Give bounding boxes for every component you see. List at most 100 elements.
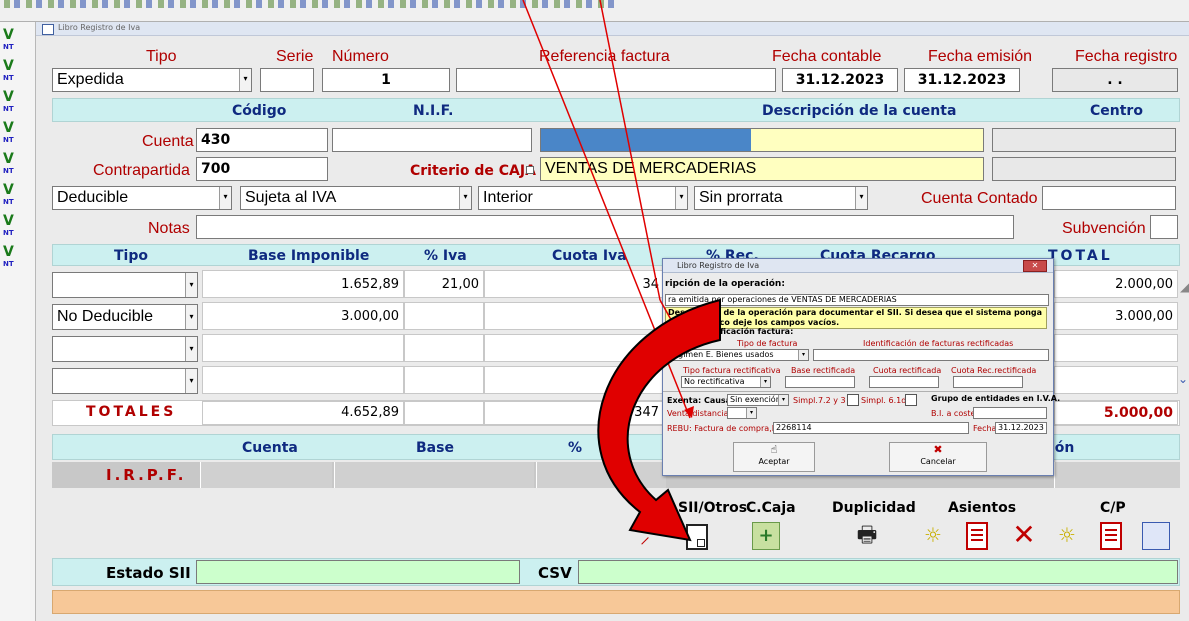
fecha-contable-input[interactable]: 31.12.2023 [782, 68, 898, 92]
cuota-rec-rectificada-input[interactable] [953, 376, 1023, 388]
scroll-down-icon[interactable]: ⌄ [1178, 372, 1188, 386]
sidebar-item-5[interactable]: V NT [3, 152, 33, 176]
simpl-73-checkbox[interactable] [847, 394, 859, 406]
sidebar-item-4[interactable]: V NT [3, 121, 33, 145]
printer-icon[interactable]: 🖶 [852, 522, 882, 550]
identificacion-rectificadas-input[interactable] [813, 349, 1049, 361]
deducible-select[interactable]: Deducible ▾ [52, 186, 232, 210]
tipo-factura-select[interactable]: Régimen E. Bienes usados ▾ [665, 349, 809, 361]
irpf-base-header: Base [416, 440, 454, 456]
chevron-down-icon[interactable]: ▾ [855, 187, 867, 209]
sujeta-select[interactable]: Sujeta al IVA ▾ [240, 186, 472, 210]
sidebar-item-7[interactable]: V NT [3, 214, 33, 238]
calendar-edit-icon[interactable] [1142, 522, 1170, 550]
bi-coste-input[interactable] [973, 407, 1047, 419]
tipo-select[interactable]: Expedida ▾ [52, 68, 252, 92]
cuenta-nif-input[interactable] [332, 128, 532, 152]
base-rectificada-input[interactable] [785, 376, 855, 388]
iva-row-tipo-select[interactable]: ▾ [52, 272, 198, 298]
fecha-emision-input[interactable]: 31.12.2023 [904, 68, 1020, 92]
sidebar-item-2[interactable]: V NT [3, 59, 33, 83]
sidebar-item-6[interactable]: V NT [3, 183, 33, 207]
delete-icon[interactable]: ✕ [1010, 520, 1038, 550]
iva-row-pct-iva[interactable] [404, 302, 484, 330]
chevron-down-icon[interactable]: ▾ [778, 395, 788, 405]
descripcion-input[interactable]: ra emitida por operaciones de VENTAS DE … [665, 294, 1049, 306]
irpf-retencion-cell[interactable] [1054, 462, 1180, 488]
cancelar-button[interactable]: ✖ Cancelar [889, 442, 987, 472]
sidebar-item-1[interactable]: V NT [3, 28, 33, 52]
iva-row-cuota-iva[interactable]: 34 [484, 270, 664, 298]
criterio-caja-checkbox[interactable] [526, 166, 534, 174]
sii-document-icon[interactable] [686, 524, 708, 550]
chevron-down-icon[interactable]: ▾ [219, 187, 231, 209]
chevron-down-icon[interactable]: ▾ [459, 187, 471, 209]
chevron-down-icon[interactable]: ▾ [239, 69, 251, 91]
contrapartida-descripcion-field[interactable]: VENTAS DE MERCADERIAS [540, 157, 984, 181]
iva-row-pct-iva[interactable] [404, 334, 484, 362]
iva-row-pct-iva[interactable] [404, 366, 484, 394]
prorrata-select[interactable]: Sin prorrata ▾ [694, 186, 868, 210]
subvencion-input[interactable] [1150, 215, 1178, 239]
iva-row-tipo-select[interactable]: ▾ [52, 336, 198, 362]
serie-input[interactable] [260, 68, 314, 92]
iva-row-cuota-iva[interactable] [484, 302, 664, 330]
contrapartida-input[interactable]: 700 [196, 157, 328, 181]
rebu-factura-input[interactable]: 2268114 [773, 422, 969, 434]
numero-input[interactable]: 1 [322, 68, 450, 92]
scroll-up-icon[interactable]: ◢ [1180, 280, 1189, 294]
asiento-document-icon[interactable] [966, 522, 988, 550]
cuenta-centro-input[interactable] [992, 128, 1176, 152]
iva-row-total[interactable] [1054, 366, 1178, 394]
iva-row-tipo-select[interactable]: ▾ [52, 368, 198, 394]
chevron-down-icon[interactable]: ▾ [185, 369, 197, 393]
iva-row-cuota-iva[interactable] [484, 334, 664, 362]
irpf-cuenta-cell[interactable] [200, 462, 332, 488]
irpf-base-cell[interactable] [334, 462, 534, 488]
chevron-down-icon[interactable]: ▾ [185, 305, 197, 329]
cuota-rectificada-input[interactable] [869, 376, 939, 388]
toolbar-icons-strip[interactable] [4, 0, 614, 8]
sidebar-item-letter: V [3, 58, 14, 74]
lightbulb-icon[interactable]: ☼ [920, 520, 946, 550]
cuenta-contado-input[interactable] [1042, 186, 1176, 210]
chevron-down-icon[interactable]: ▾ [675, 187, 687, 209]
referencia-input[interactable] [456, 68, 776, 92]
tipo-rectificativa-select[interactable]: No rectificativa ▾ [681, 376, 771, 388]
contrapartida-centro-input[interactable] [992, 157, 1176, 181]
iva-row-pct-iva[interactable]: 21,00 [404, 270, 484, 298]
chevron-down-icon[interactable]: ▾ [760, 377, 770, 387]
simpl-61d-checkbox[interactable] [905, 394, 917, 406]
cp-document-icon[interactable] [1100, 522, 1122, 550]
aceptar-button[interactable]: ☝ Aceptar [733, 442, 815, 472]
iva-row-base[interactable] [202, 334, 404, 362]
exenta-select[interactable]: Sin exención ▾ [727, 394, 789, 406]
venta-distancia-select[interactable]: ▾ [727, 407, 757, 419]
sidebar-item-3[interactable]: V NT [3, 90, 33, 114]
fecha-label: Fecha [973, 424, 997, 433]
iva-row-tipo-select[interactable]: No Deducible ▾ [52, 304, 198, 330]
sidebar-item-8[interactable]: V NT [3, 245, 33, 269]
chevron-down-icon[interactable]: ▾ [746, 408, 756, 418]
iva-row-cuota-iva[interactable] [484, 366, 664, 394]
chevron-down-icon[interactable]: ▾ [185, 273, 197, 297]
iva-row-base[interactable]: 1.652,89 [202, 270, 404, 298]
cuenta-descripcion-field[interactable] [540, 128, 984, 152]
notas-input[interactable] [196, 215, 1014, 239]
cuenta-input[interactable]: 430 [196, 128, 328, 152]
iva-row-total[interactable]: 3.000,00 [1054, 302, 1178, 330]
iva-row-base[interactable]: 3.000,00 [202, 302, 404, 330]
fecha-registro-input[interactable]: . . [1052, 68, 1178, 92]
lightbulb-icon[interactable]: ☼ [1054, 520, 1080, 550]
pdf-icon[interactable]: ⸝ [640, 524, 662, 548]
iva-row-base[interactable] [202, 366, 404, 394]
iva-row-total[interactable]: 2.000,00 [1054, 270, 1178, 298]
dialog-close-icon[interactable]: ✕ [1023, 260, 1047, 272]
irpf-pct-cell[interactable] [536, 462, 666, 488]
fecha-input[interactable]: 31.12.2023 [995, 422, 1047, 434]
chevron-down-icon[interactable]: ▾ [185, 337, 197, 361]
interior-select[interactable]: Interior ▾ [478, 186, 688, 210]
iva-row-total[interactable] [1054, 334, 1178, 362]
c-caja-icon[interactable]: + [752, 522, 780, 550]
chevron-down-icon[interactable]: ▾ [798, 350, 808, 360]
